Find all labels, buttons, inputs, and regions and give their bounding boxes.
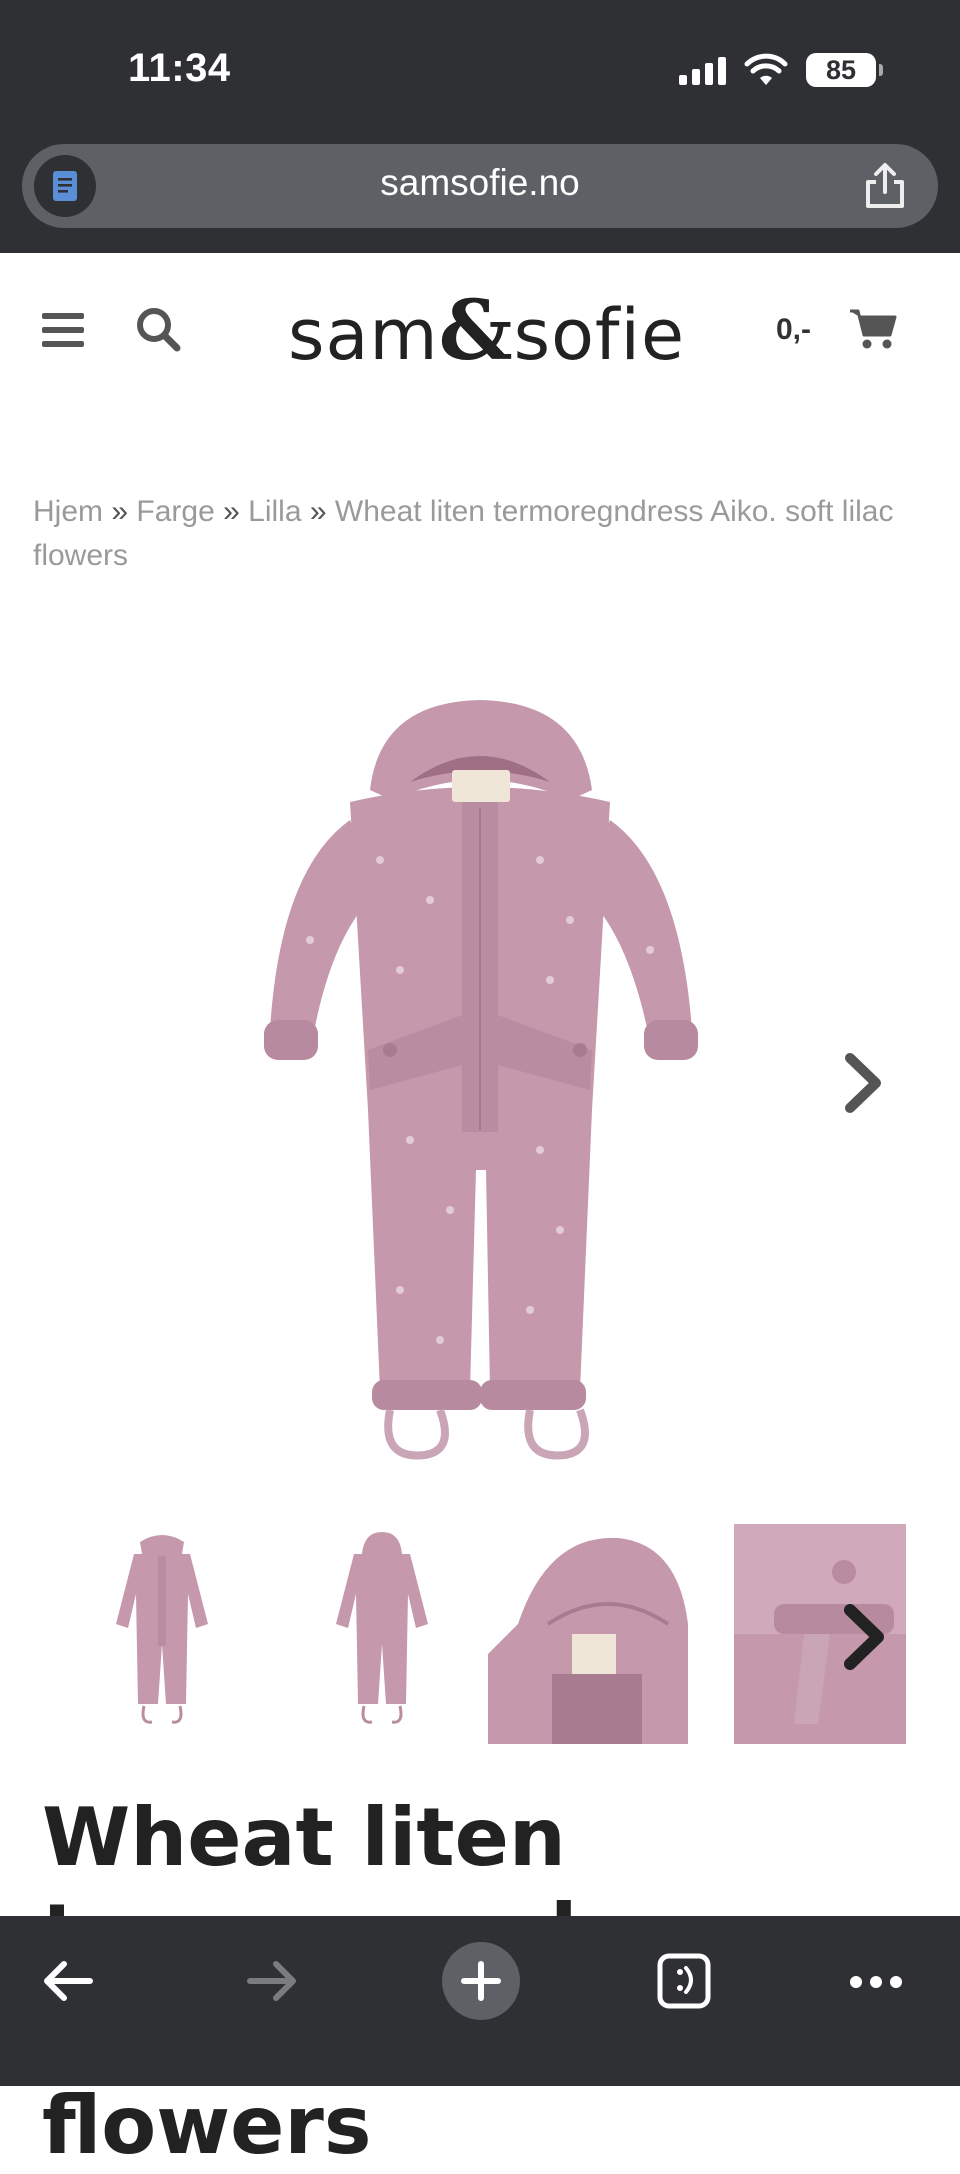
logo-ampersand: & (438, 283, 514, 379)
logo-text-sofie: sofie (513, 294, 686, 376)
breadcrumb-link-home[interactable]: Hjem (33, 495, 103, 528)
search-icon[interactable] (134, 305, 182, 353)
battery-icon: 85 (806, 53, 883, 87)
cart-total[interactable]: 0,- (776, 313, 811, 347)
more-dots-icon[interactable] (848, 1974, 904, 1990)
gallery-thumbnails (82, 1524, 906, 1744)
status-icons: 85 (679, 50, 883, 90)
status-time: 11:34 (128, 46, 231, 90)
shopping-cart-icon[interactable] (848, 305, 898, 351)
thumbnail-back[interactable] (302, 1524, 462, 1744)
thumbnail-hood-detail[interactable] (488, 1524, 706, 1744)
breadcrumb: Hjem » Farge » Lilla » Wheat liten termo… (33, 490, 913, 578)
hamburger-menu-icon[interactable] (42, 313, 84, 347)
thumbnail-front[interactable] (82, 1524, 242, 1744)
product-main-image[interactable] (240, 690, 720, 1470)
browser-top-chrome: 11:34 85 samsofie.no (0, 0, 960, 253)
new-tab-plus-icon[interactable] (442, 1942, 520, 2020)
share-icon[interactable] (862, 162, 908, 210)
forward-arrow-icon[interactable] (244, 1956, 300, 2006)
site-logo[interactable]: sam&sofie (288, 283, 685, 379)
signal-icon (679, 55, 726, 85)
breadcrumb-link-color[interactable]: Farge (136, 495, 214, 528)
browser-bottom-toolbar (0, 1916, 960, 2086)
logo-text-sam: sam (288, 294, 439, 376)
breadcrumb-link-lilac[interactable]: Lilla (248, 495, 301, 528)
breadcrumb-separator: » (111, 495, 129, 528)
url-text[interactable]: samsofie.no (22, 162, 938, 204)
gallery-next-arrow-icon[interactable] (842, 1052, 884, 1114)
site-header: sam&sofie 0,- (0, 253, 960, 403)
address-bar[interactable]: samsofie.no (22, 144, 938, 228)
thumbnails-next-arrow-icon[interactable] (838, 1602, 888, 1672)
tabs-icon[interactable] (656, 1952, 712, 2010)
breadcrumb-separator: » (223, 495, 240, 528)
back-arrow-icon[interactable] (40, 1956, 96, 2006)
wifi-icon (744, 53, 788, 85)
breadcrumb-separator: » (309, 495, 327, 528)
